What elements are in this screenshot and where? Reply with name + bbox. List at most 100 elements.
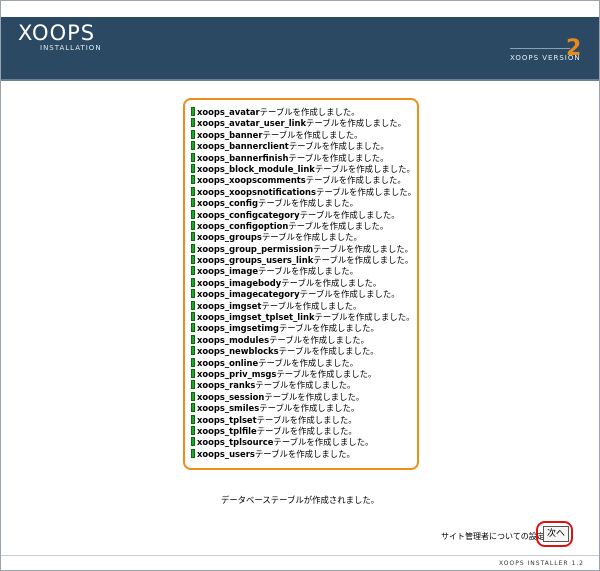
log-line: xoops_sessionテーブルを作成しました。 bbox=[191, 391, 417, 403]
logo-main-text: XOOPS bbox=[18, 21, 96, 45]
success-marker-icon bbox=[191, 186, 195, 196]
table-name: xoops_imagebody bbox=[197, 277, 282, 288]
success-marker-icon bbox=[191, 448, 195, 458]
log-suffix: テーブルを作成しました。 bbox=[262, 129, 363, 140]
table-name: xoops_groups bbox=[197, 232, 262, 243]
table-name: xoops_configoption bbox=[197, 220, 289, 231]
success-marker-icon bbox=[191, 289, 195, 299]
log-suffix: テーブルを作成しました。 bbox=[313, 243, 414, 254]
table-name: xoops_config bbox=[197, 198, 258, 209]
log-line: xoops_imgset_tplset_linkテーブルを作成しました。 bbox=[191, 312, 417, 323]
table-name: xoops_tplset bbox=[197, 414, 257, 425]
table-name: xoops_bannerfinish bbox=[197, 152, 289, 163]
log-line: xoops_ranksテーブルを作成しました。 bbox=[191, 380, 417, 391]
table-name: xoops_imgset bbox=[197, 300, 262, 311]
log-line: xoops_bannerテーブルを作成しました。 bbox=[191, 129, 417, 141]
success-marker-icon bbox=[191, 175, 195, 185]
log-suffix: テーブルを作成しました。 bbox=[278, 346, 379, 357]
log-suffix: テーブルを作成しました。 bbox=[288, 220, 389, 231]
footer-divider bbox=[1, 555, 599, 556]
log-suffix: テーブルを作成しました。 bbox=[299, 209, 400, 220]
log-line: xoops_imgsetimgテーブルを作成しました。 bbox=[191, 323, 417, 334]
next-button[interactable]: 次へ bbox=[543, 526, 569, 542]
log-line: xoops_tplfileテーブルを作成しました。 bbox=[191, 425, 417, 437]
table-name: xoops_avatar_user_link bbox=[197, 118, 307, 129]
table-name: xoops_groups_users_link bbox=[197, 255, 314, 266]
log-line: xoops_usersテーブルを作成しました。 bbox=[191, 448, 417, 460]
log-line: xoops_tplsourceテーブルを作成しました。 bbox=[191, 437, 417, 448]
log-suffix: テーブルを作成しました。 bbox=[259, 403, 360, 414]
log-line: xoops_newblocksテーブルを作成しました。 bbox=[191, 346, 417, 357]
success-marker-icon bbox=[191, 403, 195, 413]
success-marker-icon bbox=[191, 152, 195, 162]
log-suffix: テーブルを作成しました。 bbox=[299, 289, 400, 300]
installer-footer: XOOPS INSTALLER 1.2 bbox=[499, 560, 584, 567]
table-name: xoops_ranks bbox=[197, 380, 256, 391]
table-name: xoops_tplfile bbox=[197, 425, 257, 436]
log-line: xoops_onlineテーブルを作成しました。 bbox=[191, 357, 417, 369]
log-line: xoops_groups_users_linkテーブルを作成しました。 bbox=[191, 255, 417, 266]
table-name: xoops_session bbox=[197, 391, 265, 402]
log-suffix: テーブルを作成しました。 bbox=[315, 186, 416, 197]
log-suffix: テーブルを作成しました。 bbox=[314, 312, 415, 323]
log-line: xoops_imgsetテーブルを作成しました。 bbox=[191, 300, 417, 312]
log-suffix: テーブルを作成しました。 bbox=[264, 391, 365, 402]
table-name: xoops_priv_msgs bbox=[197, 368, 277, 379]
log-suffix: テーブルを作成しました。 bbox=[257, 198, 358, 209]
log-line: xoops_tplsetテーブルを作成しました。 bbox=[191, 414, 417, 426]
log-line: xoops_avatarテーブルを作成しました。 bbox=[191, 107, 417, 118]
log-suffix: テーブルを作成しました。 bbox=[255, 380, 356, 391]
log-suffix: テーブルを作成しました。 bbox=[288, 152, 389, 163]
table-name: xoops_imagecategory bbox=[197, 289, 300, 300]
table-name: xoops_bannerclient bbox=[197, 141, 289, 152]
success-marker-icon bbox=[191, 414, 195, 424]
table-name: xoops_avatar bbox=[197, 107, 260, 117]
success-marker-icon bbox=[191, 232, 195, 242]
success-marker-icon bbox=[191, 266, 195, 276]
version-number: 2 bbox=[566, 36, 582, 61]
log-line: xoops_configcategoryテーブルを作成しました。 bbox=[191, 209, 417, 221]
table-name: xoops_group_permission bbox=[197, 243, 314, 254]
success-marker-icon bbox=[191, 334, 195, 344]
table-name: xoops_users bbox=[197, 448, 255, 459]
log-line: xoops_configoptionテーブルを作成しました。 bbox=[191, 220, 417, 232]
log-suffix: テーブルを作成しました。 bbox=[269, 334, 370, 345]
success-marker-icon bbox=[191, 209, 195, 219]
table-name: xoops_block_module_link bbox=[197, 163, 315, 174]
success-marker-icon bbox=[191, 425, 195, 435]
header-divider bbox=[1, 79, 599, 81]
success-marker-icon bbox=[191, 255, 195, 265]
table-name: xoops_configcategory bbox=[197, 209, 300, 220]
log-suffix: テーブルを作成しました。 bbox=[259, 107, 360, 117]
log-suffix: テーブルを作成しました。 bbox=[305, 175, 406, 186]
success-marker-icon bbox=[191, 368, 195, 378]
success-marker-icon bbox=[191, 220, 195, 230]
log-line: xoops_imagebodyテーブルを作成しました。 bbox=[191, 277, 417, 289]
table-name: xoops_imgset_tplset_link bbox=[197, 312, 315, 323]
log-suffix: テーブルを作成しました。 bbox=[273, 437, 374, 448]
success-marker-icon bbox=[191, 357, 195, 367]
log-suffix: テーブルを作成しました。 bbox=[261, 300, 362, 311]
log-line: xoops_group_permissionテーブルを作成しました。 bbox=[191, 243, 417, 255]
log-suffix: テーブルを作成しました。 bbox=[261, 232, 362, 243]
status-message: データベーステーブルが作成されました。 bbox=[220, 495, 380, 505]
log-suffix: テーブルを作成しました。 bbox=[281, 277, 382, 288]
log-suffix: テーブルを作成しました。 bbox=[258, 357, 359, 368]
log-suffix: テーブルを作成しました。 bbox=[254, 448, 355, 459]
log-line: xoops_modulesテーブルを作成しました。 bbox=[191, 334, 417, 346]
success-marker-icon bbox=[191, 141, 195, 151]
log-suffix: テーブルを作成しました。 bbox=[258, 266, 359, 277]
success-marker-icon bbox=[191, 243, 195, 253]
table-name: xoops_banner bbox=[197, 129, 263, 140]
success-marker-icon bbox=[191, 129, 195, 139]
success-marker-icon bbox=[191, 163, 195, 173]
xoops-logo: XOOPS INSTALLATION bbox=[18, 22, 102, 52]
success-marker-icon bbox=[191, 107, 195, 116]
log-suffix: テーブルを作成しました。 bbox=[256, 414, 357, 425]
log-line: xoops_bannerfinishテーブルを作成しました。 bbox=[191, 152, 417, 164]
success-marker-icon bbox=[191, 312, 195, 322]
log-suffix: テーブルを作成しました。 bbox=[276, 368, 377, 379]
success-marker-icon bbox=[191, 380, 195, 390]
log-line: xoops_avatar_user_linkテーブルを作成しました。 bbox=[191, 118, 417, 129]
success-marker-icon bbox=[191, 118, 195, 128]
